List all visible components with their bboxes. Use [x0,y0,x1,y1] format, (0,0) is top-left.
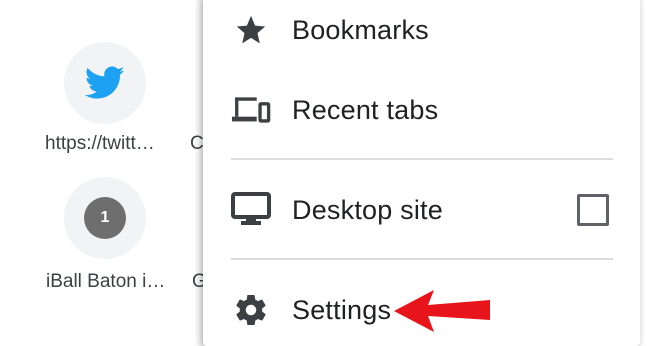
shortcut-tile-twitter[interactable] [64,42,146,124]
shortcut-label: https://twitt… [45,133,155,154]
menu-divider [231,158,613,160]
menu-item-label: Desktop site [292,194,443,225]
star-icon [231,10,271,50]
menu-item-label: Settings [292,294,392,325]
menu-divider [231,258,613,260]
monitor-icon [231,190,271,230]
shortcut-label: iBall Baton i… [46,271,166,292]
shortcut-badge: 1 [84,197,126,239]
menu-item-label: Recent tabs [292,94,439,125]
menu-item-recent-tabs[interactable]: Recent tabs [203,80,640,140]
twitter-icon [85,66,125,99]
desktop-site-checkbox[interactable] [577,194,609,226]
annotation-arrow [394,290,490,332]
gear-icon [231,290,271,330]
menu-item-bookmarks[interactable]: Bookmarks [203,0,640,60]
menu-item-desktop-site[interactable]: Desktop site [203,180,640,240]
menu-item-label: Bookmarks [292,14,429,45]
shortcut-tile-iball[interactable]: 1 [64,177,146,259]
shortcut-label: C [190,133,204,154]
devices-icon [231,90,271,130]
